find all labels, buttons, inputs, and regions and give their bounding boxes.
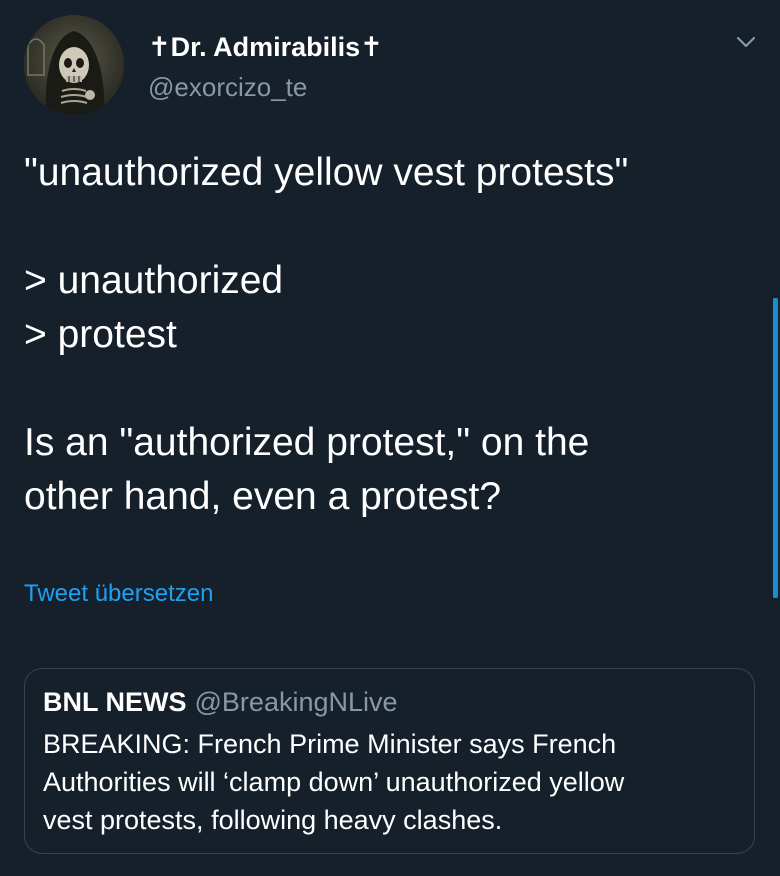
quoted-tweet-header: BNL NEWS @BreakingNLive <box>43 685 398 719</box>
tweet-text-line: > protest <box>24 313 177 356</box>
translate-tweet-link[interactable]: Tweet übersetzen <box>24 578 213 610</box>
tweet-text-line <box>24 200 764 254</box>
tweet: ✝Dr. Admirabilis✝ @exorcizo_te "unauthor… <box>0 0 780 876</box>
skeleton-avatar-icon <box>24 15 124 115</box>
author-info[interactable]: ✝Dr. Admirabilis✝ @exorcizo_te <box>148 30 383 104</box>
quoted-tweet-text: BREAKING: French Prime Minister says Fre… <box>43 725 743 839</box>
quoted-tweet-author-handle: @BreakingNLive <box>194 687 398 717</box>
quoted-tweet-text-line: Authorities will ‘clamp down’ unauthoriz… <box>43 767 625 797</box>
quoted-tweet-author-name: BNL NEWS <box>43 687 187 717</box>
author-display-name[interactable]: ✝Dr. Admirabilis✝ <box>148 30 383 64</box>
author-handle[interactable]: @exorcizo_te <box>148 70 383 104</box>
quoted-tweet-card[interactable]: BNL NEWS @BreakingNLive BREAKING: French … <box>24 668 755 854</box>
tweet-text-line: other hand, even a protest? <box>24 475 502 518</box>
scrollbar[interactable] <box>773 298 778 598</box>
quoted-tweet-text-line: vest protests, following heavy clashes. <box>43 805 503 835</box>
tweet-text: "unauthorized yellow vest protests" > un… <box>24 146 764 524</box>
tweet-text-line: Is an "authorized protest," on the <box>24 421 590 464</box>
author-avatar[interactable] <box>24 15 124 115</box>
quoted-tweet-text-line: BREAKING: French Prime Minister says Fre… <box>43 729 617 759</box>
chevron-down-icon[interactable] <box>735 34 757 50</box>
tweet-text-line: "unauthorized yellow vest protests" <box>24 151 629 194</box>
tweet-text-line: > unauthorized <box>24 259 284 302</box>
tweet-text-line <box>24 362 764 416</box>
